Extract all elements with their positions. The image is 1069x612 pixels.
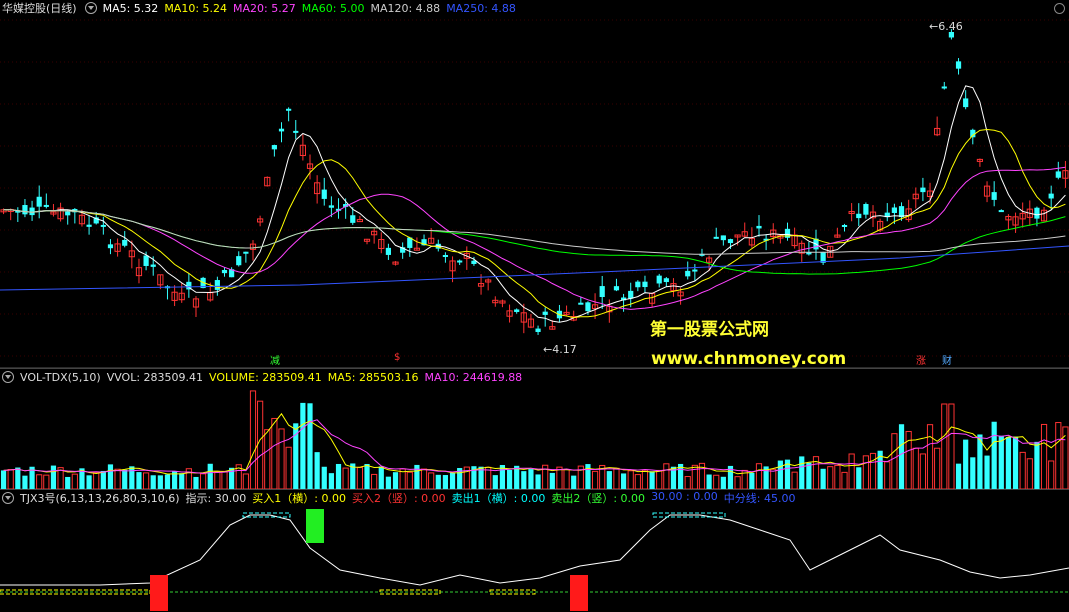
candle-body: [635, 281, 641, 288]
candle-body: [150, 264, 156, 267]
candle-body: [613, 286, 620, 291]
candle-body: [321, 189, 327, 199]
ma20-line: [3, 166, 1066, 310]
candle-body: [356, 219, 363, 223]
tjx-indicator-1: 买入1（横）: 0.00: [252, 492, 346, 505]
candle-body: [863, 204, 869, 215]
tjx-indicator-3: 卖出1（横）: 0.00: [451, 492, 546, 505]
candle-body: [578, 302, 584, 305]
candle-body: [656, 275, 662, 284]
tjx-indicator-pane[interactable]: TJX3号(6,13,13,26,80,3,10,6) 指示: 30.00 买入1…: [0, 489, 1069, 612]
volume-indicator-0: VVOL: 283509.41: [106, 370, 204, 384]
candle-body: [713, 236, 719, 239]
volume-indicator-list: VVOL: 283509.41 VOLUME: 283509.41 MA5: 285…: [107, 371, 529, 384]
tjx-indicator-list: 指示: 30.00 买入1（横）: 0.00 买入2（竖）: 0.00 卖出1（横）:…: [186, 490, 802, 506]
candle-body: [963, 98, 969, 108]
candle-body: [43, 204, 49, 207]
candle-body: [385, 247, 392, 255]
volume-header: VOL-TDX(5,10) VVOL: 283509.41 VOLUME: 283…: [0, 369, 534, 385]
high-price-label: ←6.46: [929, 20, 963, 33]
candle-body: [542, 311, 548, 315]
volume-indicator-1: VOLUME: 283509.41: [209, 370, 322, 384]
candle-body: [514, 309, 520, 312]
candle-body: [920, 187, 926, 193]
volume-indicator-name: VOL-TDX(5,10): [20, 370, 101, 384]
event-marker-jian[interactable]: 减: [268, 352, 282, 367]
tjx-indicator-name: TJX3号(6,13,13,26,80,3,10,6): [20, 492, 180, 505]
ma5-line: [3, 85, 1066, 323]
volume-indicator-3: MA10: 244619.88: [424, 370, 523, 384]
candle-body: [214, 280, 220, 290]
candle-body: [1048, 193, 1054, 199]
candle-body: [585, 302, 591, 312]
candle-body: [727, 239, 734, 244]
watermark-url: www.chnmoney.com: [651, 349, 847, 369]
candle-body: [286, 108, 292, 111]
candle-body: [328, 205, 334, 208]
candle-body: [100, 224, 106, 227]
tjx-settings-icon[interactable]: [2, 492, 14, 504]
candle-body: [236, 256, 242, 266]
candle-body: [756, 225, 762, 229]
candle-body: [29, 207, 35, 216]
candle-body: [143, 255, 149, 266]
candle-body: [692, 269, 698, 272]
candle-body: [350, 215, 356, 223]
candle-body: [278, 128, 285, 132]
candle-body: [720, 235, 726, 241]
watermark-title: 第一股票公式网: [650, 320, 769, 340]
candle-body: [1034, 207, 1040, 219]
low-price-label: ←4.17: [543, 343, 577, 356]
candle-body: [1055, 171, 1061, 178]
candle-body: [457, 260, 463, 263]
candle-body: [998, 210, 1004, 213]
ma10-line: [3, 128, 1066, 319]
tjx-indicator-4: 卖出2（竖）: 0.00: [551, 492, 646, 505]
tjx-indicator-2: 买入2（竖）: 0.00: [351, 492, 446, 505]
candle-body: [221, 269, 228, 274]
tjx-indicator-0: 指示: 30.00: [185, 492, 247, 505]
volume-pane[interactable]: VOL-TDX(5,10) VVOL: 283509.41 VOLUME: 283…: [0, 368, 1069, 490]
candle-body: [599, 286, 605, 298]
candle-body: [891, 207, 897, 213]
candle-body: [856, 213, 862, 219]
candle-body: [22, 205, 28, 215]
candle-body: [663, 278, 669, 283]
event-marker-cai[interactable]: 财: [940, 352, 954, 367]
candle-body: [685, 270, 691, 277]
candle-body: [293, 130, 299, 133]
volume-indicator-2: MA5: 285503.16: [327, 370, 419, 384]
candle-body: [955, 61, 962, 69]
candle-body: [86, 224, 92, 227]
candle-body: [36, 196, 42, 207]
candle-body: [107, 244, 114, 249]
candle-body: [271, 145, 277, 150]
candle-body: [941, 86, 947, 89]
candle-body: [65, 211, 71, 216]
candle-body: [535, 328, 541, 332]
tjx-indicator-6: 中分线: 45.00: [723, 492, 796, 505]
candle-body: [243, 251, 249, 254]
candle-body: [122, 239, 128, 246]
event-marker-dollar[interactable]: $: [392, 352, 402, 363]
event-marker-zhang[interactable]: 涨: [914, 352, 928, 367]
candle-body: [991, 192, 997, 200]
tjx-indicator-5: 30.00 : 0.00: [651, 490, 718, 503]
candle-body: [841, 224, 848, 227]
tjx-header: TJX3号(6,13,13,26,80,3,10,6) 指示: 30.00 买入1…: [0, 490, 807, 506]
volume-settings-icon[interactable]: [2, 371, 14, 383]
candle-body: [442, 255, 449, 258]
candle-body: [642, 281, 648, 288]
